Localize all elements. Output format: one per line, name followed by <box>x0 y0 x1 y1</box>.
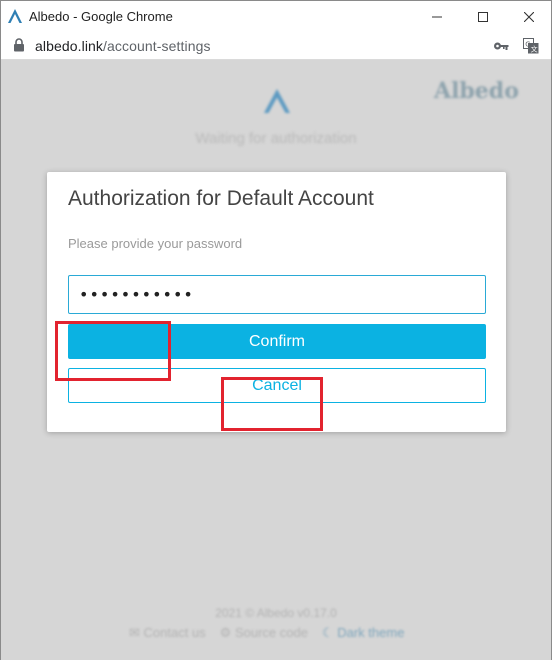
translate-icon[interactable]: G 文 <box>523 38 539 54</box>
password-input[interactable] <box>68 275 486 314</box>
albedo-app-icon <box>8 9 22 23</box>
url-host: albedo.link <box>35 38 104 54</box>
footer-copyright: 2021 © Albedo v0.17.0 <box>215 606 337 620</box>
maximize-button[interactable] <box>460 1 506 32</box>
window-title: Albedo - Google Chrome <box>29 9 173 24</box>
brand-logo: Albedo <box>434 78 519 104</box>
minimize-button[interactable] <box>414 1 460 32</box>
password-hint: Please provide your password <box>68 236 243 251</box>
title-bar: Albedo - Google Chrome <box>1 1 551 32</box>
maximize-icon <box>478 11 488 22</box>
lock-icon[interactable] <box>13 38 25 52</box>
authorization-dialog: Authorization for Default Account Please… <box>47 172 506 432</box>
footer-source-link[interactable]: ⚙ Source code <box>220 625 308 641</box>
close-button[interactable] <box>506 1 552 32</box>
footer-links: ✉ Contact us ⚙ Source code ☾ Dark theme <box>129 625 404 641</box>
key-icon[interactable] <box>493 39 509 53</box>
dialog-title: Authorization for Default Account <box>68 187 374 210</box>
close-icon <box>524 11 534 22</box>
confirm-button[interactable]: Confirm <box>68 324 486 359</box>
url-text[interactable]: albedo.link/account-settings <box>35 38 211 54</box>
address-bar[interactable]: albedo.link/account-settings G 文 <box>1 32 551 60</box>
footer-dark-theme-link[interactable]: ☾ Dark theme <box>322 625 404 641</box>
minimize-icon <box>432 16 442 17</box>
svg-text:文: 文 <box>531 45 538 54</box>
url-path: /account-settings <box>103 38 211 54</box>
albedo-logo-icon <box>264 89 290 113</box>
waiting-status: Waiting for authorization <box>195 130 357 147</box>
browser-window: Albedo - Google Chrome albedo.link/accou… <box>0 0 552 660</box>
cancel-button[interactable]: Cancel <box>68 368 486 403</box>
footer-contact-link[interactable]: ✉ Contact us <box>129 625 206 641</box>
